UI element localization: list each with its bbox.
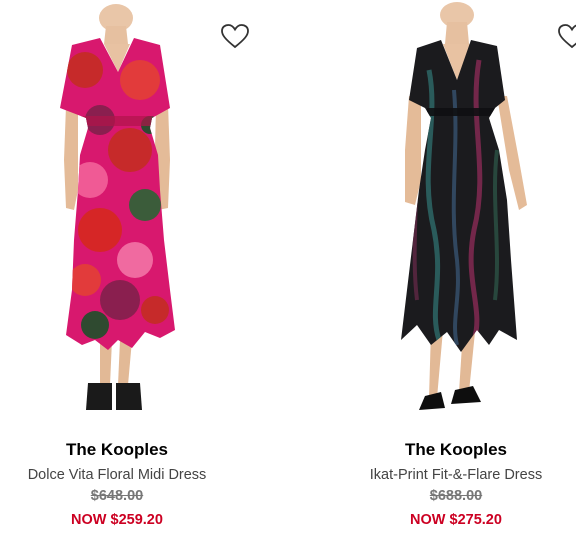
ikat-dress-image xyxy=(401,2,527,410)
heart-outline-icon[interactable] xyxy=(558,24,576,50)
product-brand[interactable]: The Kooples xyxy=(339,440,573,460)
sale-price: NOW $259.20 xyxy=(71,512,163,528)
product-image[interactable] xyxy=(339,0,573,420)
product-card[interactable]: The Kooples Dolce Vita Floral Midi Dress… xyxy=(0,0,249,540)
product-image[interactable] xyxy=(0,0,234,420)
original-price: $688.00 xyxy=(429,488,483,504)
sale-price: NOW $275.20 xyxy=(410,512,502,528)
product-brand[interactable]: The Kooples xyxy=(0,440,234,460)
product-name[interactable]: Ikat-Print Fit-&-Flare Dress xyxy=(319,467,576,483)
heart-outline-icon[interactable] xyxy=(221,24,249,50)
floral-dress-image xyxy=(60,4,175,410)
product-card[interactable]: The Kooples Ikat-Print Fit-&-Flare Dress… xyxy=(339,0,576,540)
product-name[interactable]: Dolce Vita Floral Midi Dress xyxy=(0,467,254,483)
original-price: $648.00 xyxy=(90,488,144,504)
